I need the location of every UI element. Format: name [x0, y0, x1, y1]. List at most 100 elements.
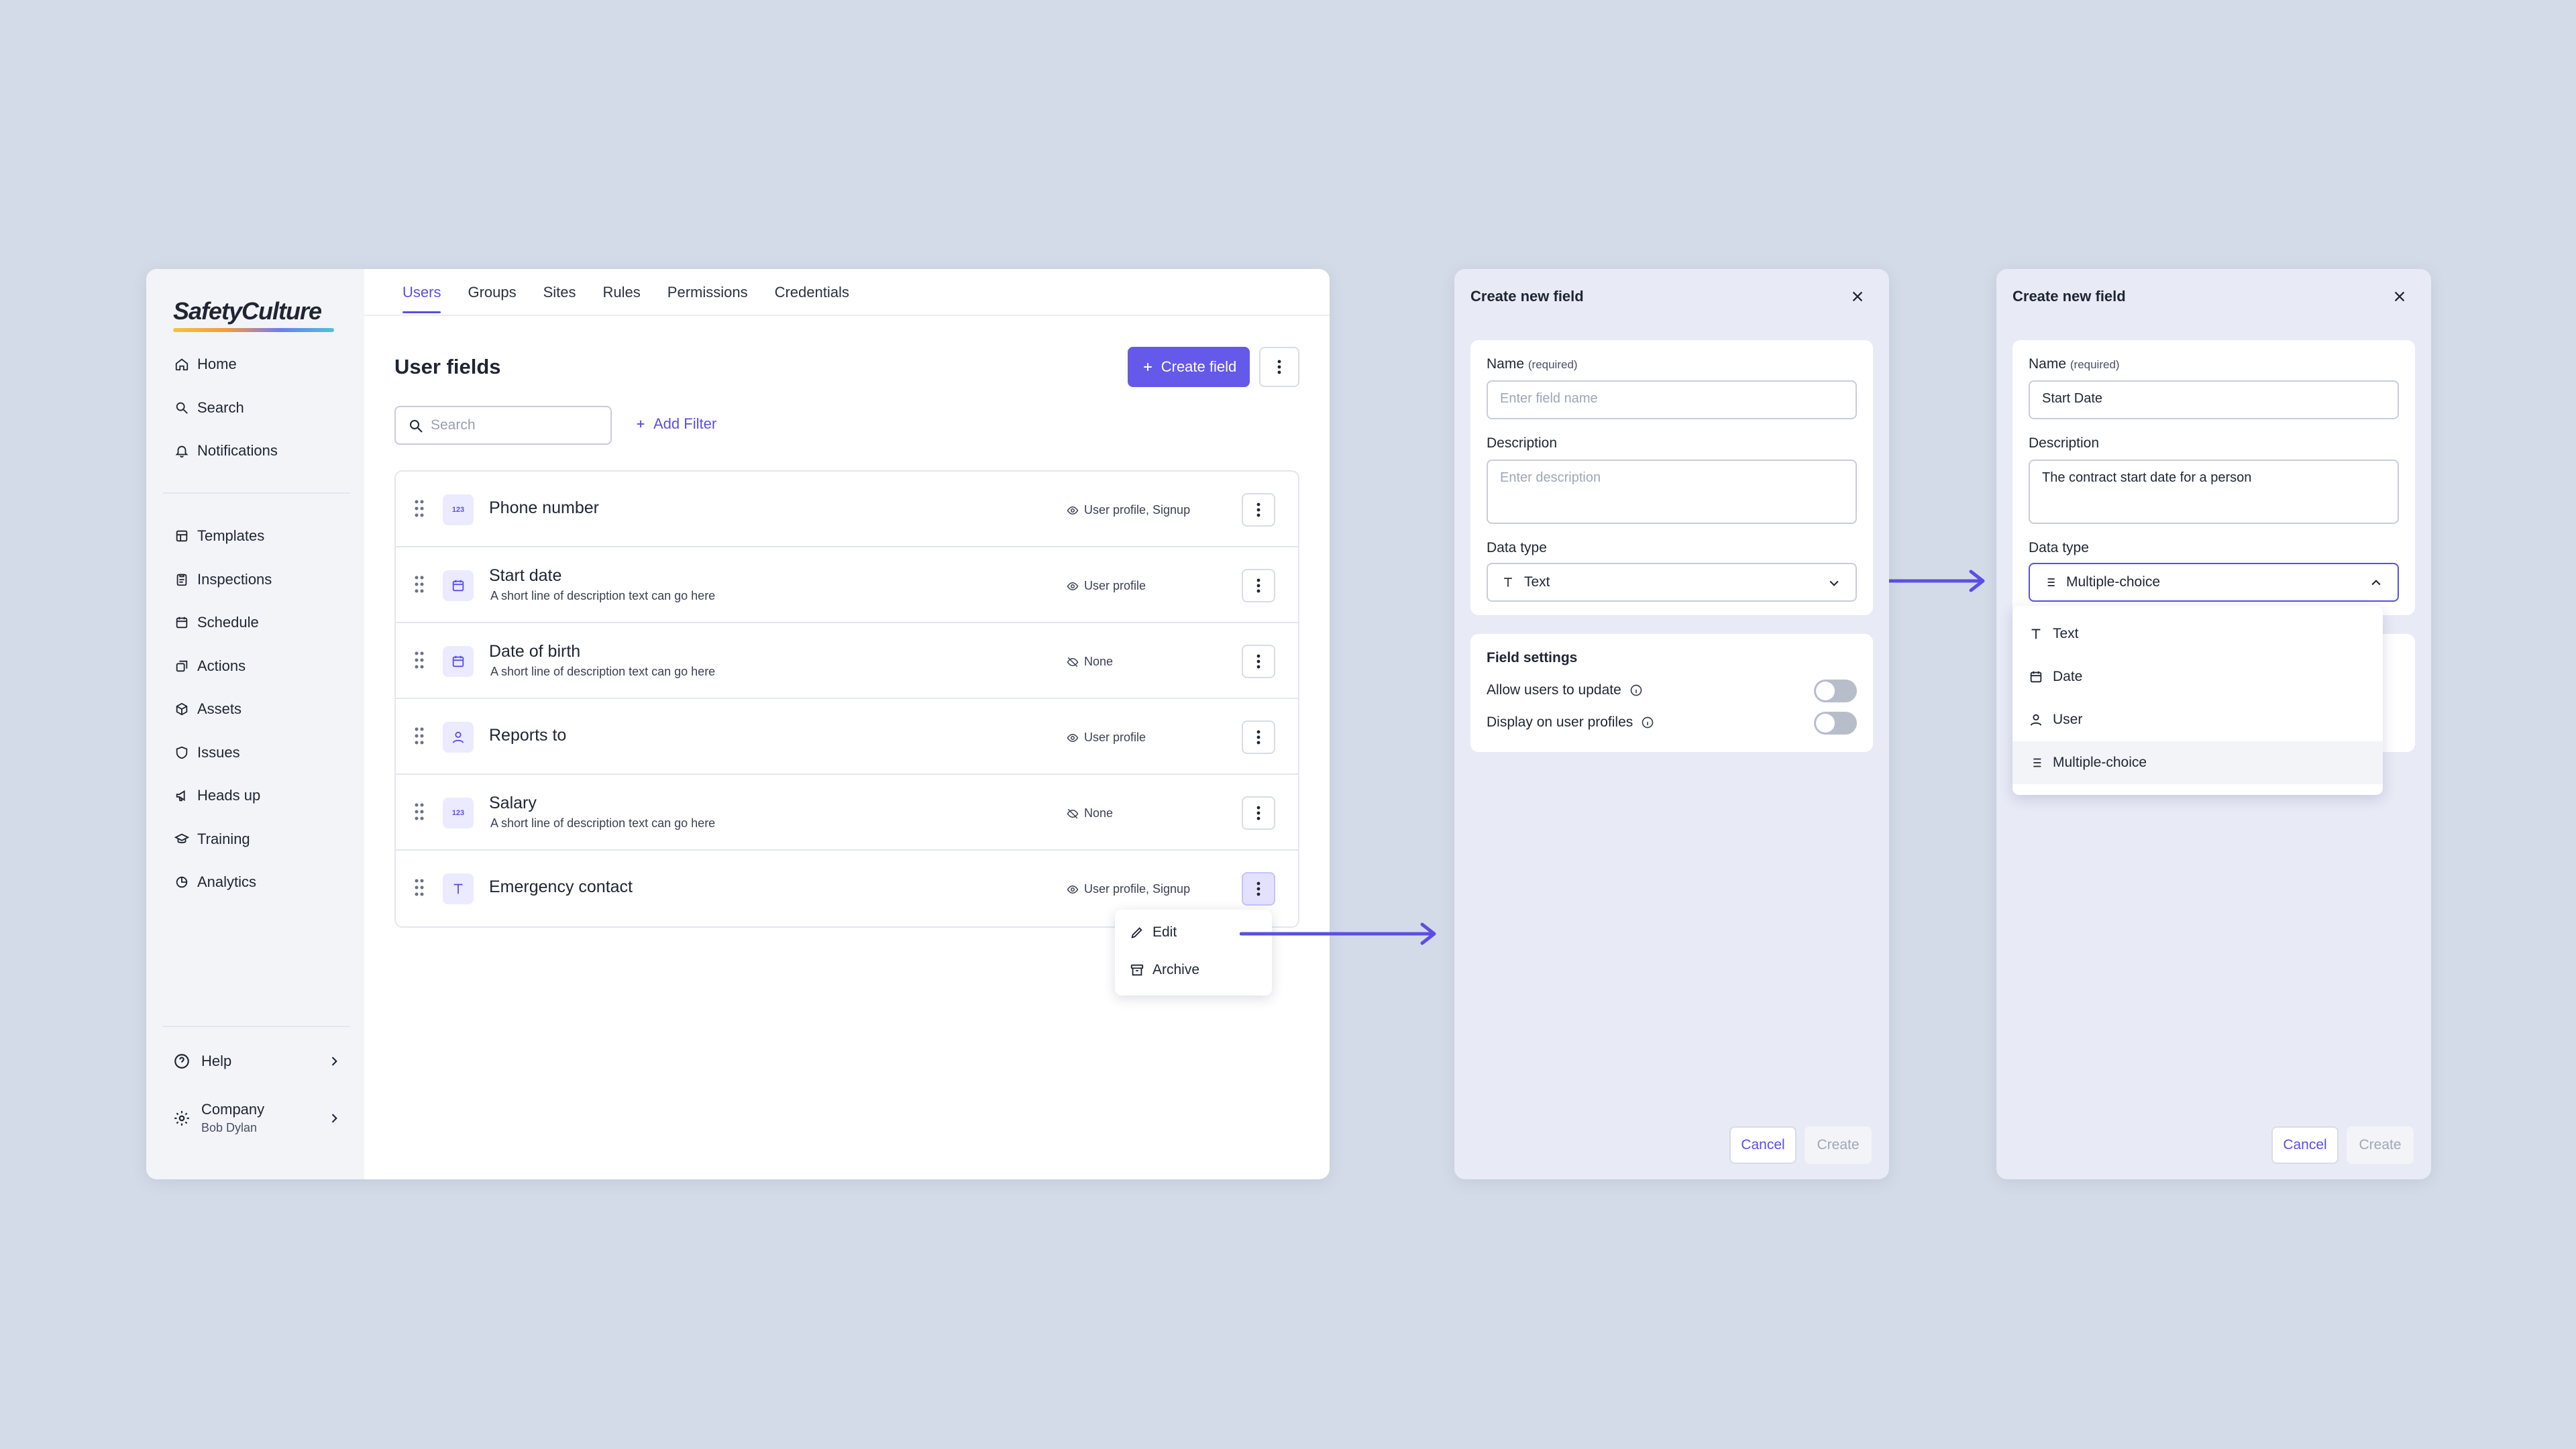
edit-label: Edit [1152, 924, 1177, 940]
nav-item-assets[interactable]: Assets [172, 688, 353, 731]
home-icon [175, 358, 189, 371]
text-type-icon [443, 873, 474, 904]
flow-arrow-to-modal [1240, 922, 1436, 945]
visibility-status: User profile [1067, 731, 1146, 745]
name-field[interactable]: Enter field name [1487, 380, 1857, 419]
allow-update-toggle[interactable] [1814, 680, 1857, 702]
user-icon [2030, 714, 2042, 726]
required-hint: (required) [2070, 358, 2120, 371]
field-description: A short line of description text can go … [490, 589, 716, 602]
table-row[interactable]: 123 Salary A short line of description t… [396, 775, 1298, 851]
description-field[interactable]: The contract start date for a person [2029, 460, 2399, 524]
allow-update-label: Allow users to update [1487, 682, 1621, 698]
close-icon[interactable] [1850, 289, 1865, 304]
create-field-modal-empty: Create new field Name (required) Enter f… [1454, 269, 1889, 1179]
visibility-label: User profile, Signup [1084, 882, 1191, 896]
info-icon [1642, 716, 1654, 729]
nav-item-notifications[interactable]: Notifications [172, 429, 353, 473]
tab-sites[interactable]: Sites [530, 284, 590, 313]
tab-groups[interactable]: Groups [454, 284, 529, 313]
drag-handle-icon[interactable] [415, 803, 424, 820]
close-icon[interactable] [2392, 289, 2407, 304]
create-button[interactable]: Create [1805, 1126, 1872, 1164]
table-row[interactable]: Reports to User profile [396, 699, 1298, 775]
tab-users[interactable]: Users [390, 284, 454, 313]
nav-item-schedule[interactable]: Schedule [172, 601, 353, 645]
nav-label: Analytics [197, 873, 257, 891]
cancel-button[interactable]: Cancel [1729, 1126, 1796, 1164]
nav-item-issues[interactable]: Issues [172, 731, 353, 775]
nav-label: Notifications [197, 442, 278, 460]
menu-item-edit[interactable]: Edit [1130, 924, 1177, 941]
tab-credentials[interactable]: Credentials [761, 284, 863, 313]
cancel-button[interactable]: Cancel [2271, 1126, 2339, 1164]
table-row[interactable]: 123 Phone number User profile, Signup [396, 472, 1298, 547]
option-multiple-choice[interactable]: Multiple-choice [2012, 741, 2383, 784]
data-type-select[interactable]: Text [1487, 563, 1857, 602]
drag-handle-icon[interactable] [415, 576, 424, 593]
company-item[interactable]: Company Bob Dylan [173, 1101, 341, 1135]
field-description: A short line of description text can go … [490, 665, 716, 678]
option-date[interactable]: Date [2012, 655, 2383, 698]
menu-item-archive[interactable]: Archive [1130, 962, 1199, 978]
more-options-button[interactable] [1259, 347, 1299, 387]
user-icon [443, 722, 474, 753]
row-menu-button[interactable] [1242, 493, 1275, 527]
nav-item-home[interactable]: Home [172, 343, 353, 386]
option-user[interactable]: User [2012, 698, 2383, 741]
create-field-modal-filled: Create new field Name (required) Start D… [1996, 269, 2431, 1179]
row-menu-button[interactable] [1242, 645, 1275, 678]
field-name: Phone number [489, 498, 600, 517]
visibility-label: User profile [1084, 579, 1146, 592]
drag-handle-icon[interactable] [415, 500, 424, 517]
option-text[interactable]: Text [2012, 612, 2383, 655]
eye-icon [1067, 582, 1079, 590]
nav-item-search[interactable]: Search [172, 386, 353, 430]
shield-icon [176, 746, 188, 759]
create-button[interactable]: Create [2347, 1126, 2414, 1164]
description-field[interactable]: Enter description [1487, 460, 1857, 524]
plus-icon [1143, 363, 1152, 371]
table-row[interactable]: Date of birth A short line of descriptio… [396, 623, 1298, 699]
display-profiles-toggle[interactable] [1814, 712, 1857, 735]
nav-item-heads-up[interactable]: Heads up [172, 774, 353, 818]
calendar-icon [2030, 671, 2042, 683]
help-item[interactable]: Help [173, 1053, 341, 1070]
drag-handle-icon[interactable] [415, 879, 424, 896]
data-type-dropdown: Text Date User Multiple-choice [2012, 606, 2383, 795]
row-menu-button[interactable] [1242, 569, 1275, 602]
tab-permissions[interactable]: Permissions [654, 284, 761, 313]
row-menu-button[interactable] [1242, 720, 1275, 754]
name-label-text: Name [2029, 356, 2067, 372]
gear-icon [174, 1110, 189, 1126]
nav-item-actions[interactable]: Actions [172, 645, 353, 688]
chevron-up-icon [2371, 580, 2381, 586]
add-filter-button[interactable]: Add Filter [635, 415, 716, 433]
row-menu-button[interactable] [1242, 796, 1275, 830]
field-form-card: Name (required) Enter field name Descrip… [1470, 340, 1873, 615]
nav-item-templates[interactable]: Templates [172, 515, 353, 558]
nav-item-inspections[interactable]: Inspections [172, 558, 353, 602]
name-field[interactable]: Start Date [2029, 380, 2399, 419]
drag-handle-icon[interactable] [415, 651, 424, 669]
text-type-icon [1504, 578, 1512, 587]
drag-handle-icon[interactable] [415, 727, 424, 745]
eye-icon [1067, 506, 1079, 515]
table-row[interactable]: Start date A short line of description t… [396, 547, 1298, 623]
data-type-select[interactable]: Multiple-choice [2029, 563, 2399, 602]
row-menu-button[interactable] [1242, 872, 1275, 906]
help-icon [174, 1054, 189, 1069]
visibility-label: None [1084, 806, 1114, 820]
field-settings-title: Field settings [1487, 650, 1578, 665]
nav-item-analytics[interactable]: Analytics [172, 861, 353, 904]
clipboard-icon [176, 574, 187, 586]
nav-label: Actions [197, 657, 246, 674]
search-input[interactable]: Search [394, 406, 612, 445]
templates-icon [176, 531, 188, 542]
tab-rules[interactable]: Rules [590, 284, 654, 313]
kebab-icon [1256, 502, 1260, 517]
visibility-status: User profile, Signup [1067, 882, 1190, 896]
create-field-button[interactable]: Create field [1128, 347, 1250, 387]
nav-item-training[interactable]: Training [172, 818, 353, 861]
nav-label: Templates [197, 527, 265, 545]
